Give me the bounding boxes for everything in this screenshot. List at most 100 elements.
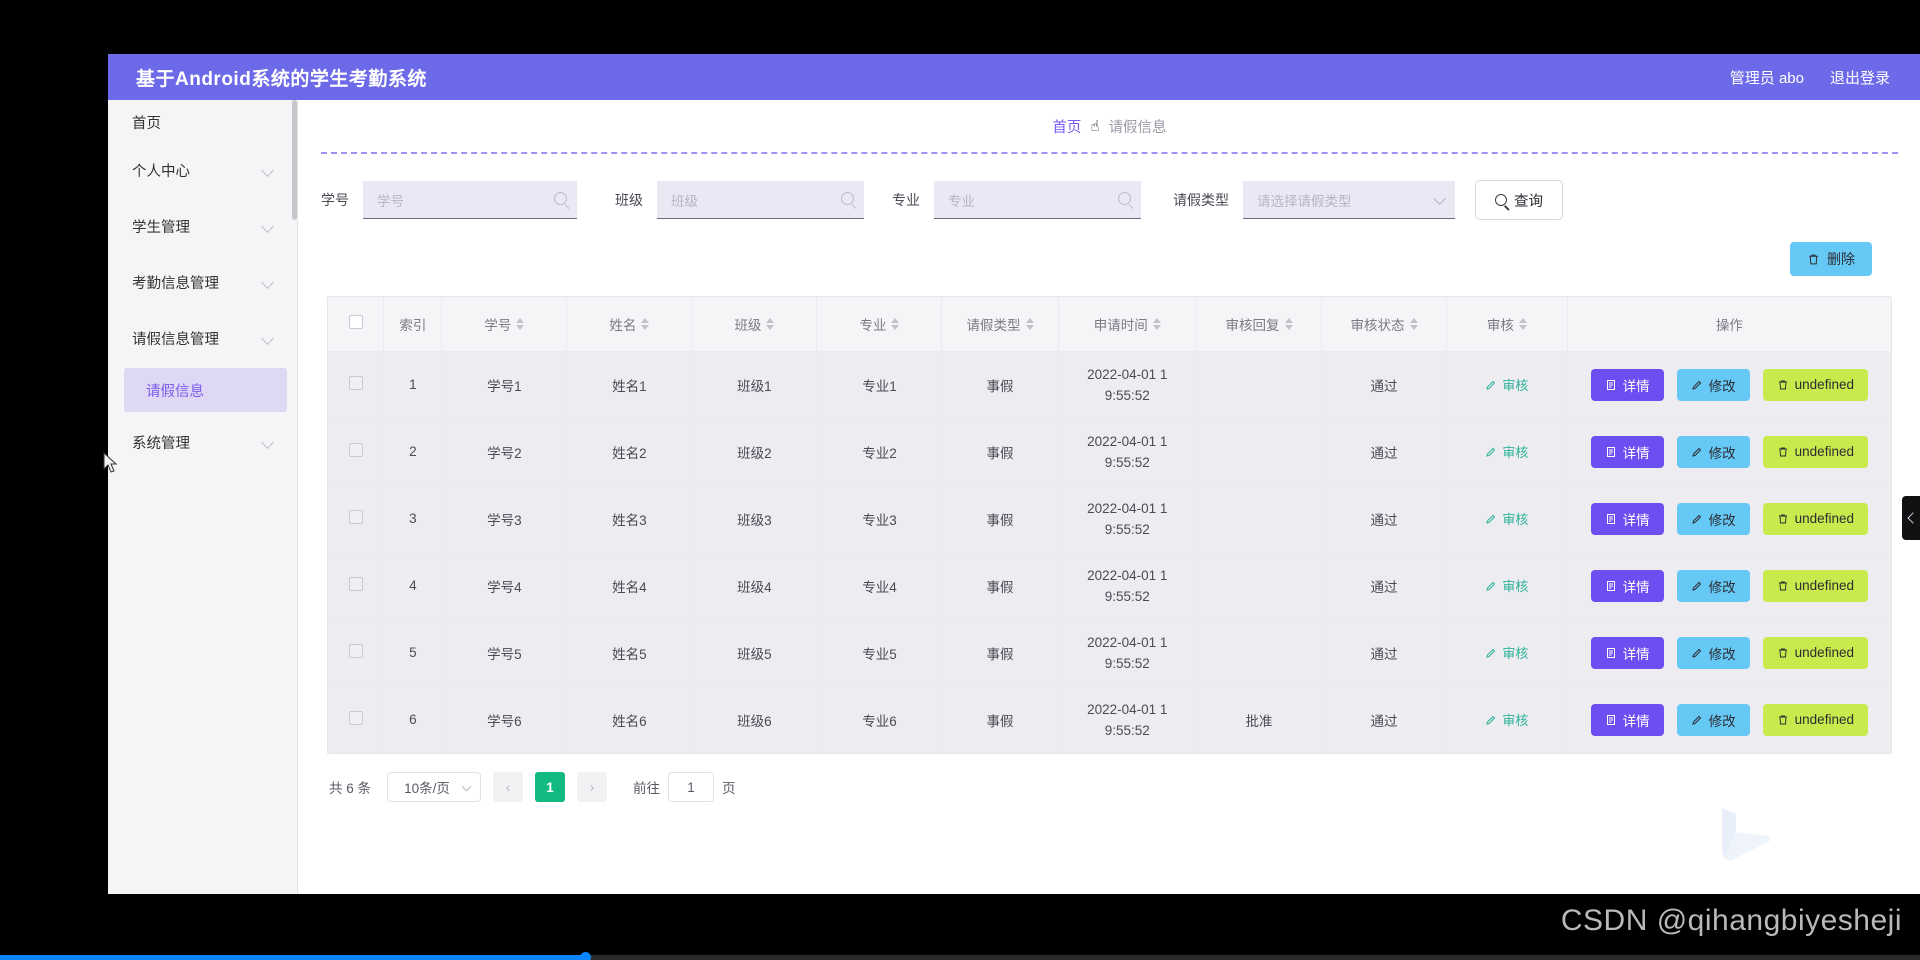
header-index: 索引 xyxy=(383,297,443,352)
cell-audit[interactable]: 审核 xyxy=(1446,351,1568,419)
sidebar-item-attendance-management[interactable]: 考勤信息管理 xyxy=(108,254,297,310)
pencil-icon xyxy=(1486,648,1496,658)
detail-button[interactable]: 详情 xyxy=(1590,368,1664,401)
cell-audit[interactable]: 审核 xyxy=(1446,619,1568,687)
sidebar-item-leave-management[interactable]: 请假信息管理 xyxy=(108,310,297,366)
sidebar-scrollbar[interactable] xyxy=(292,100,297,220)
row-checkbox[interactable] xyxy=(348,644,363,658)
delete-button[interactable]: undefined xyxy=(1762,368,1868,401)
header-audit-reply[interactable]: 审核回复 xyxy=(1196,297,1323,352)
row-checkbox[interactable] xyxy=(348,577,363,591)
header-name[interactable]: 姓名 xyxy=(566,297,693,352)
prev-page-button[interactable]: ‹ xyxy=(493,772,524,802)
sort-icon[interactable] xyxy=(891,317,900,330)
sort-icon[interactable] xyxy=(1518,317,1527,330)
edit-button[interactable]: 修改 xyxy=(1676,569,1750,602)
sort-icon[interactable] xyxy=(516,317,525,330)
cell-major: 专业2 xyxy=(816,418,943,486)
sidebar-item-system-management[interactable]: 系统管理 xyxy=(108,414,297,470)
audit-link[interactable]: 审核 xyxy=(1485,643,1528,662)
select-all-checkbox[interactable] xyxy=(348,315,363,330)
cell-audit[interactable]: 审核 xyxy=(1446,552,1568,620)
audit-link[interactable]: 审核 xyxy=(1485,375,1528,394)
cell-class: 班级6 xyxy=(691,686,818,753)
header-select-all[interactable] xyxy=(328,297,385,352)
bulk-delete-button[interactable]: 删除 xyxy=(1790,242,1872,276)
row-checkbox-cell[interactable] xyxy=(328,485,385,553)
detail-button[interactable]: 详情 xyxy=(1590,502,1664,535)
cell-audit[interactable]: 审核 xyxy=(1446,485,1568,553)
delete-button[interactable]: undefined xyxy=(1762,569,1868,602)
audit-link-label: 审核 xyxy=(1502,378,1529,393)
detail-button[interactable]: 详情 xyxy=(1590,636,1664,669)
logout-button[interactable]: 退出登录 xyxy=(1830,67,1890,88)
sort-icon[interactable] xyxy=(1409,317,1418,330)
audit-link[interactable]: 审核 xyxy=(1485,710,1528,729)
row-checkbox[interactable] xyxy=(348,510,363,524)
header-audit[interactable]: 审核 xyxy=(1446,297,1568,352)
row-checkbox-cell[interactable] xyxy=(328,686,385,753)
next-page-button[interactable]: › xyxy=(577,772,608,802)
row-checkbox-cell[interactable] xyxy=(328,619,385,687)
major-input[interactable]: 专业 xyxy=(934,181,1141,219)
sidebar-item-home[interactable]: 首页 xyxy=(108,102,297,142)
cell-name: 姓名4 xyxy=(566,552,693,620)
edit-button[interactable]: 修改 xyxy=(1676,703,1750,736)
delete-button[interactable]: undefined xyxy=(1762,502,1868,535)
query-button[interactable]: 查询 xyxy=(1475,180,1563,220)
trash-icon xyxy=(1778,648,1787,657)
query-button-label: 查询 xyxy=(1514,193,1543,210)
sort-icon[interactable] xyxy=(1284,317,1293,330)
progress-knob[interactable] xyxy=(580,952,591,960)
row-checkbox[interactable] xyxy=(348,443,363,457)
header-major[interactable]: 专业 xyxy=(816,297,943,352)
page-size-select[interactable]: 10条/页 xyxy=(387,772,482,802)
edit-button[interactable]: 修改 xyxy=(1676,435,1750,468)
video-progress-bar[interactable] xyxy=(0,952,1920,960)
row-checkbox-cell[interactable] xyxy=(328,418,385,486)
sort-icon[interactable] xyxy=(1152,317,1161,330)
row-checkbox[interactable] xyxy=(348,376,363,390)
header-student-id[interactable]: 学号 xyxy=(441,297,568,352)
jump-page-input[interactable]: 1 xyxy=(668,772,715,802)
row-checkbox-cell[interactable] xyxy=(328,552,385,620)
sidebar-item-label: 个人中心 xyxy=(132,163,190,180)
panel-collapse-handle[interactable] xyxy=(1902,496,1920,540)
sidebar-item-student-management[interactable]: 学生管理 xyxy=(108,198,297,254)
class-input[interactable]: 班级 xyxy=(657,181,864,219)
delete-button[interactable]: undefined xyxy=(1762,435,1868,468)
edit-button[interactable]: 修改 xyxy=(1676,368,1750,401)
header-leave-type[interactable]: 请假类型 xyxy=(941,297,1059,352)
cell-audit[interactable]: 审核 xyxy=(1446,418,1568,486)
edit-button[interactable]: 修改 xyxy=(1676,502,1750,535)
delete-button[interactable]: undefined xyxy=(1762,636,1868,669)
student-id-input[interactable]: 学号 xyxy=(363,181,577,219)
sort-icon[interactable] xyxy=(641,317,650,330)
audit-link[interactable]: 审核 xyxy=(1485,442,1528,461)
audit-link[interactable]: 审核 xyxy=(1485,509,1528,528)
header-apply-time[interactable]: 申请时间 xyxy=(1058,297,1198,352)
pencil-icon xyxy=(1486,581,1496,591)
header-class[interactable]: 班级 xyxy=(691,297,818,352)
sort-icon[interactable] xyxy=(766,317,775,330)
breadcrumb-home-link[interactable]: 首页 xyxy=(1052,116,1081,137)
cell-audit-reply: 批准 xyxy=(1196,686,1323,753)
detail-button[interactable]: 详情 xyxy=(1590,435,1664,468)
current-user-label: 管理员 abo xyxy=(1729,69,1804,87)
document-icon xyxy=(1606,379,1615,390)
row-checkbox[interactable] xyxy=(348,711,363,726)
cell-audit[interactable]: 审核 xyxy=(1446,686,1568,753)
edit-button[interactable]: 修改 xyxy=(1676,636,1750,669)
detail-button[interactable]: 详情 xyxy=(1590,703,1664,736)
leave-type-select[interactable]: 请选择请假类型 xyxy=(1243,181,1455,219)
sidebar-item-leave-info[interactable]: 请假信息 xyxy=(124,368,287,412)
detail-button[interactable]: 详情 xyxy=(1590,569,1664,602)
delete-button[interactable]: undefined xyxy=(1762,703,1868,736)
sort-icon[interactable] xyxy=(1025,317,1034,330)
header-audit-status[interactable]: 审核状态 xyxy=(1321,297,1448,352)
cell-student-id: 学号5 xyxy=(441,619,568,687)
row-checkbox-cell[interactable] xyxy=(328,351,385,419)
audit-link[interactable]: 审核 xyxy=(1485,576,1528,595)
sidebar-item-personal-center[interactable]: 个人中心 xyxy=(108,142,297,198)
page-number-1[interactable]: 1 xyxy=(535,772,566,802)
